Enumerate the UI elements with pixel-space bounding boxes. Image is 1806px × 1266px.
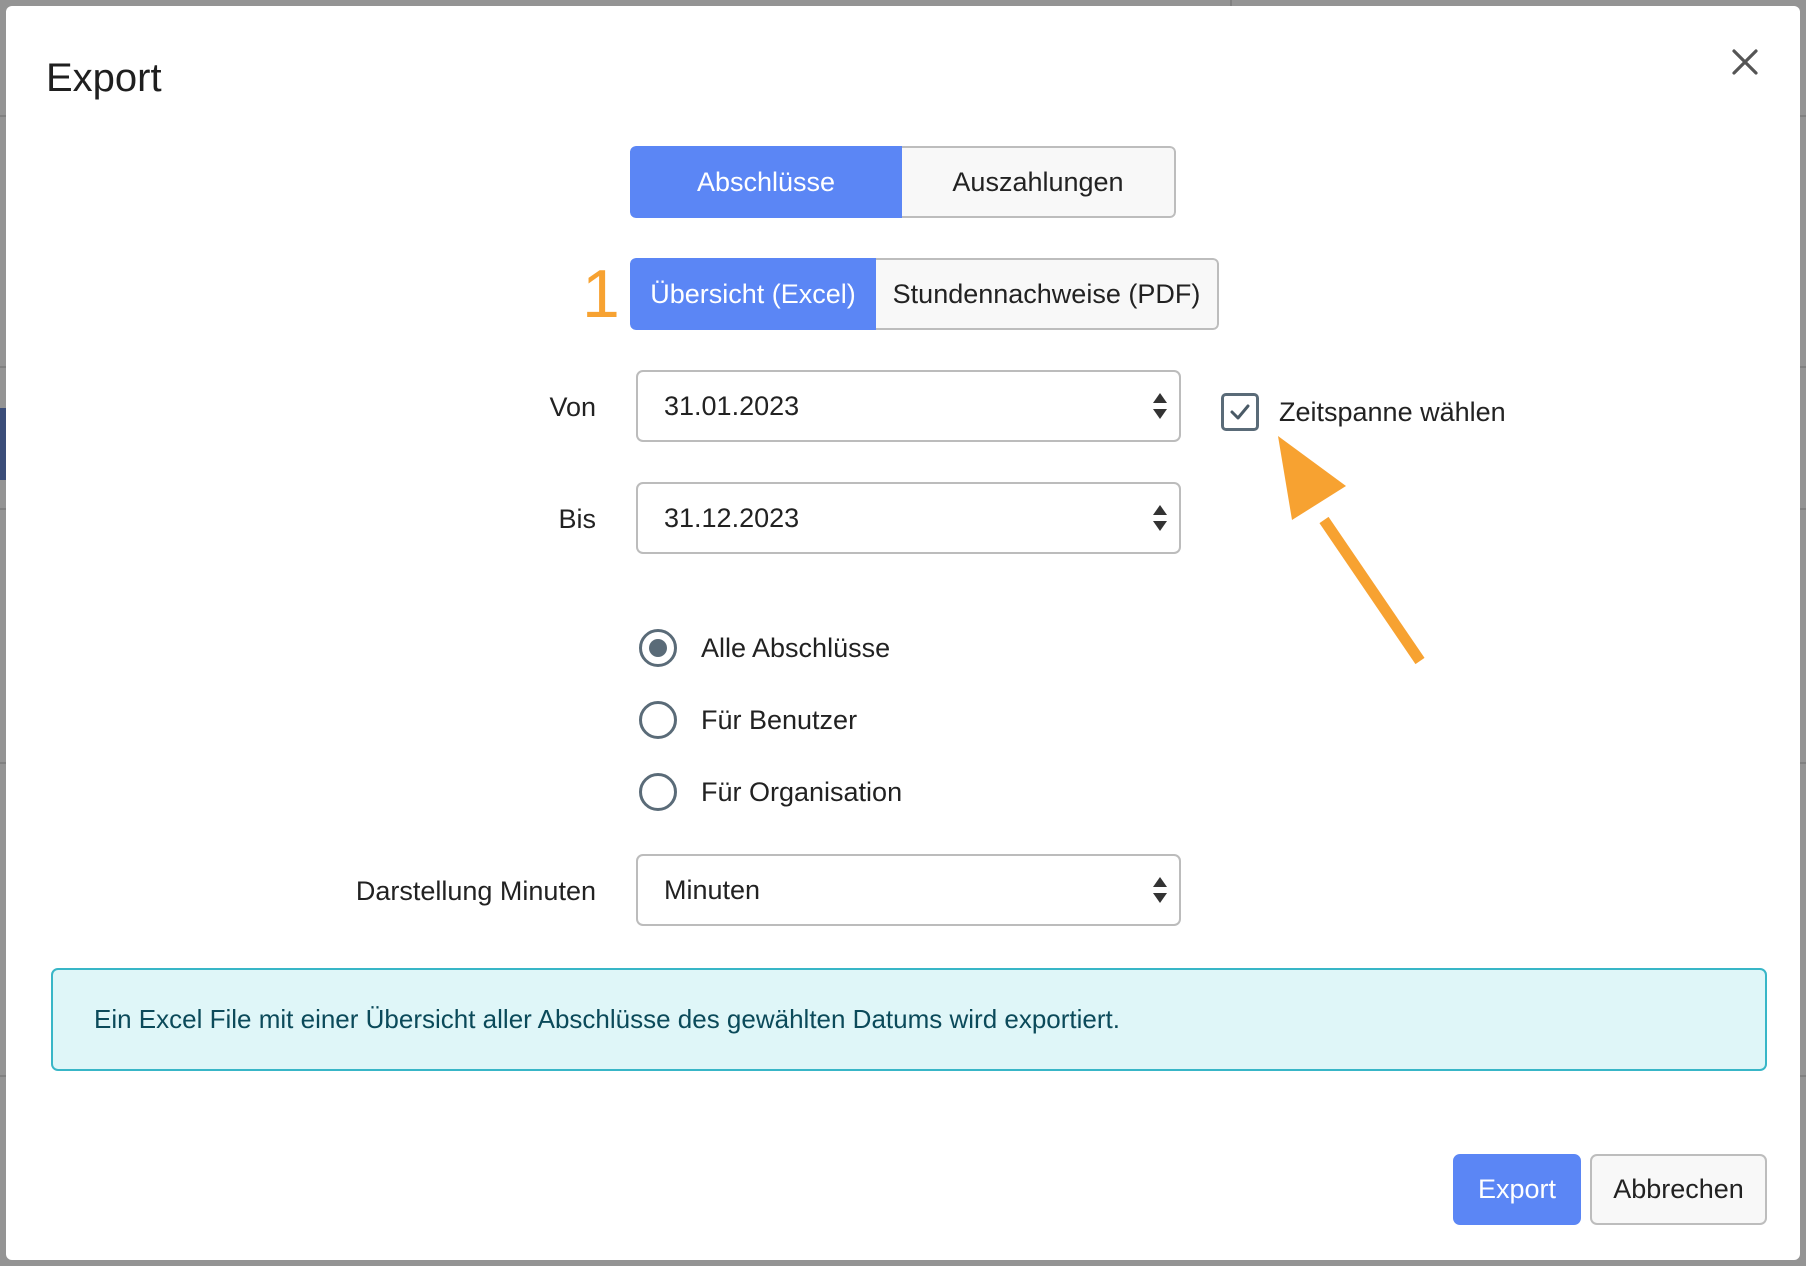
- radio-button[interactable]: [639, 701, 677, 739]
- darstellung-minuten-label: Darstellung Minuten: [355, 876, 596, 906]
- radio-fuer-benutzer[interactable]: Für Benutzer: [639, 701, 857, 739]
- export-button[interactable]: Export: [1453, 1154, 1581, 1225]
- step-number-annotation: 1: [582, 256, 620, 332]
- checkmark-icon: [1230, 404, 1250, 420]
- von-value: 31.01.2023: [664, 390, 800, 421]
- von-label: Von: [549, 392, 596, 422]
- bis-value: 31.12.2023: [664, 502, 800, 533]
- radio-button-selected[interactable]: [639, 629, 677, 667]
- spinner-arrows-icon: [1153, 505, 1167, 531]
- bis-label: Bis: [558, 504, 596, 534]
- tab-abschluesse[interactable]: Abschlüsse: [630, 146, 902, 218]
- zeitspanne-checkbox-row: Zeitspanne wählen: [1221, 393, 1506, 431]
- cancel-button[interactable]: Abbrechen: [1590, 1154, 1767, 1225]
- dialog-title: Export: [46, 56, 162, 100]
- info-alert: Ein Excel File mit einer Übersicht aller…: [51, 968, 1767, 1071]
- spinner-arrows-icon: [1153, 393, 1167, 419]
- bis-date-select[interactable]: 31.12.2023: [636, 482, 1181, 554]
- zeitspanne-label: Zeitspanne wählen: [1279, 396, 1506, 427]
- spinner-arrows-icon: [1153, 877, 1167, 903]
- export-dialog: Export Abschlüsse Auszahlungen 1 Übersic…: [6, 6, 1800, 1260]
- minuten-value: Minuten: [664, 874, 761, 905]
- radio-label: Alle Abschlüsse: [701, 632, 891, 663]
- orange-arrow-annotation: [1278, 436, 1425, 665]
- minuten-select[interactable]: Minuten: [636, 854, 1181, 926]
- tab-stundennachweise-pdf[interactable]: Stundennachweise (PDF): [876, 258, 1219, 330]
- von-date-select[interactable]: 31.01.2023: [636, 370, 1181, 442]
- close-icon: [1732, 49, 1758, 75]
- tab-uebersicht-excel[interactable]: Übersicht (Excel): [630, 258, 876, 330]
- radio-fuer-organisation[interactable]: Für Organisation: [639, 773, 902, 811]
- radio-alle-abschluesse[interactable]: Alle Abschlüsse: [639, 629, 890, 667]
- tab-auszahlungen[interactable]: Auszahlungen: [902, 146, 1176, 218]
- zeitspanne-checkbox[interactable]: [1221, 393, 1259, 431]
- close-button[interactable]: [1723, 40, 1767, 84]
- radio-button[interactable]: [639, 773, 677, 811]
- export-type-tabs: Abschlüsse Auszahlungen: [630, 146, 1176, 218]
- radio-label: Für Benutzer: [701, 704, 858, 735]
- radio-label: Für Organisation: [701, 776, 903, 807]
- format-tabs: Übersicht (Excel) Stundennachweise (PDF): [630, 258, 1219, 330]
